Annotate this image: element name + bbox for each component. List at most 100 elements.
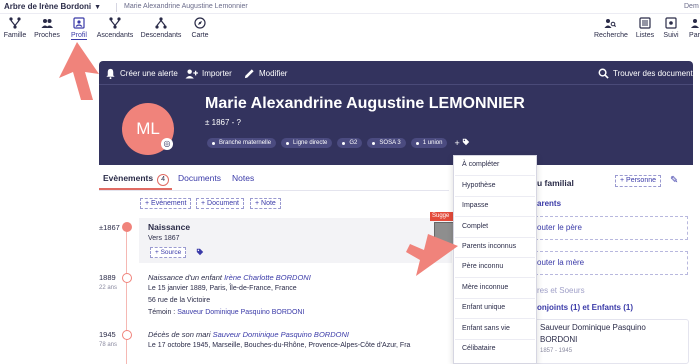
search-icon bbox=[598, 68, 609, 79]
spouse-dates: 1857 - 1945 bbox=[540, 348, 573, 354]
tag-label: G2 bbox=[349, 140, 358, 146]
tag-chip[interactable]: Branche maternelle bbox=[207, 138, 277, 148]
timeline-line bbox=[126, 230, 127, 364]
dropdown-option[interactable]: À compléter bbox=[462, 161, 499, 168]
profile-card-icon bbox=[73, 17, 85, 29]
tag-chip[interactable]: 1 union bbox=[410, 138, 448, 148]
divider bbox=[455, 216, 535, 217]
dropdown-option[interactable]: Complet bbox=[462, 223, 488, 230]
import-button[interactable]: Importer bbox=[185, 66, 232, 80]
siblings-heading[interactable]: res et Soeurs bbox=[537, 286, 585, 295]
event-title[interactable]: Naissance bbox=[148, 222, 190, 232]
dropdown-option[interactable]: Mère inconnue bbox=[462, 284, 508, 291]
nav-famille[interactable]: Famille bbox=[2, 17, 28, 45]
pencil-icon bbox=[244, 68, 254, 78]
dropdown-option[interactable]: Hypothèse bbox=[462, 182, 495, 189]
event-year: ±1867 bbox=[99, 223, 120, 232]
nav-label: Famille bbox=[3, 32, 27, 39]
tab-notes[interactable]: Notes bbox=[232, 173, 254, 183]
spouses-heading: onjoints (1) et Enfants (1) bbox=[537, 303, 633, 312]
tab-count-badge: 4 bbox=[157, 174, 170, 186]
annotation-arrow-up bbox=[59, 42, 99, 100]
dropdown-option[interactable]: Enfant unique bbox=[462, 304, 505, 311]
divider bbox=[455, 277, 535, 278]
suggestion-badge[interactable]: Sugge bbox=[430, 212, 454, 221]
compass-icon bbox=[194, 17, 206, 29]
nav-label: Listes bbox=[635, 32, 655, 39]
divider bbox=[455, 237, 535, 238]
bell-icon bbox=[106, 68, 115, 79]
partner-icon bbox=[691, 19, 699, 28]
nav-carte[interactable]: Carte bbox=[189, 17, 211, 45]
event-witness: Témoin : Sauveur Dominique Pasquino BORD… bbox=[148, 309, 304, 316]
tag-label: 1 union bbox=[422, 140, 443, 146]
tag-chip[interactable]: SOSA 3 bbox=[367, 138, 406, 148]
event-title[interactable]: Décès de son mari Sauveur Dominique Pasq… bbox=[148, 330, 349, 339]
person-link[interactable]: Sauveur Dominique Pasquino BORDONI bbox=[213, 330, 349, 339]
edit-button[interactable]: Modifier bbox=[244, 66, 287, 80]
add-note-button[interactable]: + Note bbox=[250, 198, 281, 209]
family-tree-icon bbox=[9, 17, 21, 29]
tab-documents[interactable]: Documents bbox=[178, 173, 221, 183]
tag-chip[interactable]: G2 bbox=[337, 138, 363, 148]
create-alert-button[interactable]: Créer une alerte bbox=[105, 66, 178, 80]
tag-list: Branche maternelle Ligne directe G2 SOSA… bbox=[207, 138, 470, 148]
person-link[interactable]: Sauveur Dominique Pasquino BORDONI bbox=[177, 309, 304, 316]
event-age: 22 ans bbox=[99, 285, 118, 291]
nav-descendants[interactable]: Descendants bbox=[140, 17, 182, 45]
tag-label: Ligne directe bbox=[293, 140, 328, 146]
add-father-button[interactable]: outer le père bbox=[530, 216, 688, 240]
dropdown-option[interactable]: Enfant sans vie bbox=[462, 325, 510, 332]
nav-profil[interactable]: Profil bbox=[69, 17, 89, 45]
person-link[interactable]: Irène Charlotte BORDONI bbox=[224, 273, 311, 282]
add-source-button[interactable]: + Source bbox=[150, 247, 187, 258]
divider bbox=[99, 84, 693, 85]
add-tag-button[interactable]: + bbox=[454, 138, 470, 148]
nav-proches[interactable]: Proches bbox=[33, 17, 61, 45]
event-detail: Le 17 octobre 1945, Marseille, Bouches-d… bbox=[148, 342, 411, 349]
nav-label: Proches bbox=[34, 32, 60, 39]
event-title-text: Décès de son mari bbox=[148, 330, 211, 339]
divider bbox=[99, 190, 449, 191]
nav-partner[interactable]: Par bbox=[689, 17, 700, 45]
person-dates: ± 1867 - ? bbox=[205, 118, 241, 127]
tag-shape bbox=[196, 248, 204, 256]
add-mother-button[interactable]: outer la mère bbox=[530, 251, 688, 275]
add-event-button[interactable]: + Evènement bbox=[140, 198, 192, 209]
event-year: 1945 bbox=[99, 330, 116, 339]
divider bbox=[116, 3, 117, 12]
pencil-icon[interactable]: ✎ bbox=[670, 175, 678, 186]
tag-icon bbox=[463, 138, 470, 146]
find-documents-button[interactable]: Trouver des documents bbox=[598, 66, 697, 80]
tag-icon[interactable] bbox=[196, 248, 204, 258]
nav-label: Ascendants bbox=[96, 32, 134, 39]
ascendants-icon bbox=[109, 17, 121, 29]
person-name: Marie Alexandrine Augustine LEMONNIER bbox=[205, 95, 525, 112]
nav-ascendants[interactable]: Ascendants bbox=[96, 17, 134, 45]
dropdown-option[interactable]: Père inconnu bbox=[462, 263, 503, 270]
add-document-button[interactable]: + Document bbox=[196, 198, 244, 209]
dropdown-option[interactable]: Impasse bbox=[462, 202, 488, 209]
tag-chip[interactable]: Ligne directe bbox=[281, 138, 333, 148]
add-person-icon bbox=[185, 68, 198, 79]
people-icon bbox=[41, 19, 53, 28]
tree-selector[interactable]: Arbre de Irène Bordoni ▼ bbox=[4, 2, 101, 11]
demo-link[interactable]: Dem bbox=[684, 3, 699, 10]
event-year: 1889 bbox=[99, 273, 116, 282]
tab-evenements[interactable]: Evènements 4 bbox=[103, 173, 170, 186]
event-title[interactable]: Naissance d'un enfant Irène Charlotte BO… bbox=[148, 273, 311, 282]
parents-heading: arents bbox=[537, 199, 562, 208]
nav-listes[interactable]: Listes bbox=[635, 17, 655, 45]
breadcrumb[interactable]: Marie Alexandrine Augustine Lemonnier bbox=[124, 3, 248, 10]
dropdown-option[interactable]: Célibataire bbox=[462, 345, 495, 352]
spouse-surname: BORDONI bbox=[540, 335, 578, 344]
import-label: Importer bbox=[202, 68, 232, 78]
dropdown-option[interactable]: Parents inconnus bbox=[462, 243, 516, 250]
divider bbox=[455, 339, 535, 340]
nav-suivi[interactable]: Suivi bbox=[663, 17, 679, 45]
add-person-button[interactable]: + Personne bbox=[615, 175, 661, 187]
nav-recherche[interactable]: Recherche bbox=[594, 17, 628, 45]
target-icon[interactable]: ◎ bbox=[161, 138, 173, 150]
family-panel-title: u familial bbox=[537, 178, 574, 188]
event-detail: Le 15 janvier 1889, Paris, Île-de-France… bbox=[148, 285, 297, 292]
